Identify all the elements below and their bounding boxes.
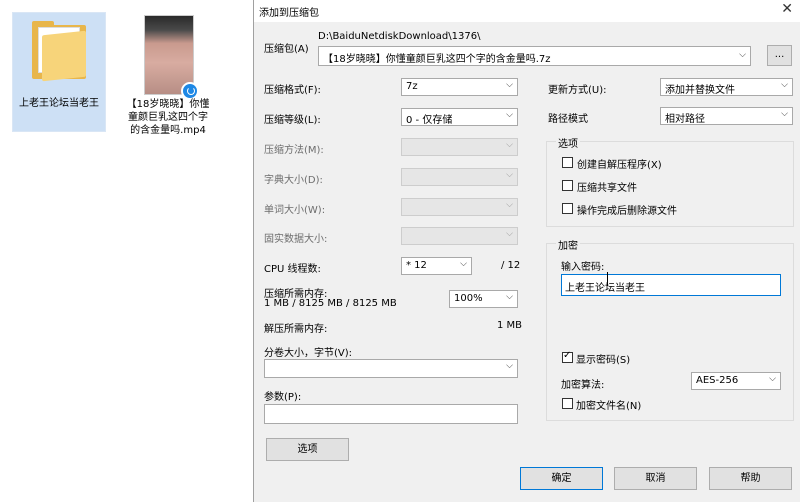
delete-after-label[interactable]: 操作完成后删除源文件	[577, 202, 677, 217]
word-select: ⌵	[401, 198, 518, 216]
path-mode-label: 路径模式	[548, 114, 588, 125]
mem-percent-select[interactable]: 100% ⌵	[449, 290, 518, 308]
chevron-down-icon: ⌵	[506, 200, 513, 210]
solid-select: ⌵	[401, 227, 518, 245]
volume-combo[interactable]: ⌵	[264, 359, 518, 378]
chevron-down-icon: ⌵	[781, 109, 788, 119]
archive-path: D:\BaiduNetdiskDownload\1376\	[318, 31, 481, 42]
chevron-down-icon: ⌵	[506, 170, 513, 180]
folder-icon	[32, 21, 86, 82]
help-button[interactable]: 帮助	[709, 467, 792, 490]
dict-label: 字典大小(D):	[264, 175, 323, 186]
cpu-label: CPU 线程数:	[264, 264, 321, 275]
chevron-down-icon: ⌵	[769, 374, 776, 384]
shared-files-checkbox[interactable]	[562, 180, 573, 191]
options-button[interactable]: 选项	[266, 438, 349, 461]
chevron-down-icon: ⌵	[739, 50, 746, 60]
video-label: 【18岁晓晓】你懂童颜巨乳这四个字的含金量吗.mp4	[126, 99, 210, 136]
password-value: 上老王论坛当老王	[565, 283, 645, 294]
format-select[interactable]: 7z ⌵	[401, 78, 518, 96]
mem-decomp-value: 1 MB	[497, 320, 523, 331]
encryption-group-title: 加密	[556, 237, 580, 252]
params-input[interactable]	[264, 404, 518, 424]
archive-name-value: 【18岁晓晓】你懂童颜巨乳这四个字的含金量吗.7z	[323, 54, 551, 65]
delete-after-checkbox[interactable]	[562, 203, 573, 214]
video-thumbnail	[144, 15, 199, 100]
path-mode-value: 相对路径	[665, 114, 705, 125]
update-mode-value: 添加并替换文件	[665, 85, 735, 96]
word-label: 单词大小(W):	[264, 205, 326, 216]
mem-comp-value: 1 MB / 8125 MB / 8125 MB	[264, 298, 397, 309]
password-input[interactable]: 上老王论坛当老王	[561, 274, 781, 296]
password-label: 输入密码:	[561, 262, 605, 273]
format-value: 7z	[406, 81, 418, 92]
browse-button[interactable]: ...	[767, 45, 792, 66]
method-select: ⌵	[401, 138, 518, 156]
update-mode-select[interactable]: 添加并替换文件 ⌵	[660, 78, 793, 96]
update-label: 更新方式(U):	[548, 85, 607, 96]
archive-label: 压缩包(A)	[264, 44, 309, 55]
chevron-down-icon: ⌵	[506, 140, 513, 150]
chevron-down-icon: ⌵	[506, 110, 513, 120]
mouse-cursor-icon	[607, 272, 610, 286]
cpu-select[interactable]: * 12 ⌵	[401, 257, 472, 275]
archive-name-combo[interactable]: 【18岁晓晓】你懂童颜巨乳这四个字的含金量吗.7z ⌵	[318, 46, 751, 66]
chevron-down-icon: ⌵	[506, 292, 513, 302]
encrypt-names-checkbox[interactable]	[562, 398, 573, 409]
folder-desktop-icon[interactable]: 上老王论坛当老王	[12, 12, 106, 132]
close-icon[interactable]: ✕	[781, 1, 793, 17]
folder-label: 上老王论坛当老王	[19, 98, 99, 109]
level-label: 压缩等级(L):	[264, 115, 321, 126]
volume-label: 分卷大小，字节(V):	[264, 348, 353, 359]
chevron-down-icon: ⌵	[781, 80, 788, 90]
path-mode-select[interactable]: 相对路径 ⌵	[660, 107, 793, 125]
options-group-title: 选项	[556, 135, 580, 150]
dict-select: ⌵	[401, 168, 518, 186]
enc-method-select[interactable]: AES-256 ⌵	[691, 372, 781, 390]
params-label: 参数(P):	[264, 392, 302, 403]
dialog-title: 添加到压缩包	[259, 8, 319, 19]
shared-files-label[interactable]: 压缩共享文件	[577, 179, 637, 194]
cpu-total: / 12	[501, 260, 521, 271]
checkmark-icon: ✓	[563, 350, 572, 361]
show-password-checkbox[interactable]: ✓	[562, 350, 573, 363]
level-select[interactable]: 0 - 仅存储 ⌵	[401, 108, 518, 126]
format-label: 压缩格式(F):	[264, 85, 321, 96]
cancel-button[interactable]: 取消	[614, 467, 697, 490]
cpu-value: * 12	[406, 260, 427, 271]
enc-method-value: AES-256	[696, 375, 739, 386]
sfx-label[interactable]: 创建自解压程序(X)	[577, 156, 662, 171]
chevron-down-icon: ⌵	[506, 229, 513, 239]
sfx-checkbox[interactable]	[562, 157, 573, 168]
chevron-down-icon: ⌵	[506, 80, 513, 90]
method-label: 压缩方法(M):	[264, 145, 324, 156]
mem-percent-value: 100%	[454, 293, 483, 304]
add-to-archive-dialog: 添加到压缩包 ✕ 压缩包(A) D:\BaiduNetdiskDownload\…	[253, 0, 800, 502]
solid-label: 固实数据大小:	[264, 234, 328, 245]
mem-decomp-label: 解压所需内存:	[264, 324, 328, 335]
chevron-down-icon: ⌵	[506, 361, 513, 371]
show-password-label[interactable]: 显示密码(S)	[576, 351, 630, 366]
video-file-desktop-icon[interactable]: 【18岁晓晓】你懂童颜巨乳这四个字的含金量吗.mp4	[118, 12, 218, 162]
level-value: 0 - 仅存储	[406, 115, 453, 126]
title-bar: 添加到压缩包 ✕	[254, 0, 800, 22]
enc-method-label: 加密算法:	[561, 380, 605, 391]
encrypt-names-label[interactable]: 加密文件名(N)	[576, 397, 641, 412]
ok-button[interactable]: 确定	[520, 467, 603, 490]
chevron-down-icon: ⌵	[460, 259, 467, 269]
